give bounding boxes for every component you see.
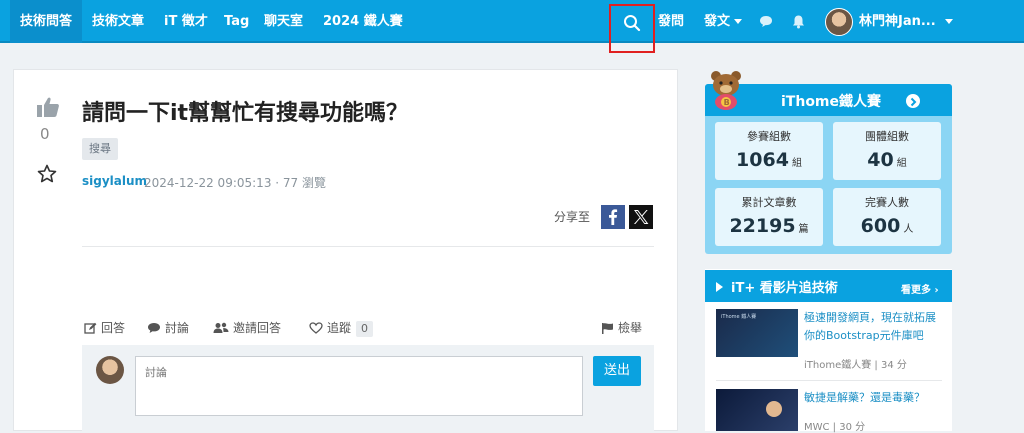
divider [716, 380, 942, 381]
follow-count-badge: 0 [356, 321, 374, 337]
stat-teams: 團體組數 40 組 [833, 122, 941, 180]
username: 林門神Jan... [859, 14, 936, 29]
ask-button[interactable]: 發問 [658, 0, 684, 43]
nav-item-articles[interactable]: 技術文章 [82, 0, 154, 43]
question-meta: 2024-12-22 09:05:13 · 77 瀏覽 [144, 176, 326, 190]
share-label: 分享至 [554, 210, 591, 224]
heart-icon [309, 322, 323, 334]
tag-search[interactable]: 搜尋 [82, 138, 118, 160]
follow-label: 追蹤 [327, 321, 352, 335]
facebook-icon [609, 209, 618, 225]
stat-unit: 人 [903, 224, 914, 235]
stat-unit: 篇 [798, 224, 809, 235]
report-button[interactable]: 檢舉 [601, 319, 642, 336]
stat-value: 1064 [736, 149, 789, 171]
chevron-down-icon [734, 19, 743, 24]
x-share-button[interactable] [629, 205, 653, 229]
stat-participants: 參賽組數 1064 組 [715, 122, 823, 180]
nav-item-jobs[interactable]: iT 徵才 [154, 0, 218, 43]
nav-item-chatroom[interactable]: 聊天室 [254, 0, 313, 43]
author-link[interactable]: sigylalum [82, 174, 147, 188]
see-more-link[interactable]: 看更多 › [901, 281, 939, 296]
star-icon[interactable] [37, 164, 57, 183]
chevron-down-icon [944, 19, 953, 24]
video-thumbnail[interactable] [716, 389, 798, 431]
ironman-title[interactable]: iThome鐵人賽 [781, 91, 881, 111]
comment-icon [148, 323, 160, 333]
report-label: 檢舉 [618, 321, 643, 335]
avatar [96, 356, 124, 384]
facebook-share-button[interactable] [601, 205, 625, 229]
invite-label: 邀請回答 [233, 321, 282, 335]
divider [82, 246, 654, 247]
x-icon [634, 210, 649, 224]
like-count: 0 [40, 125, 50, 143]
video-section-title: iT+ 看影片追技術 [731, 281, 838, 296]
discuss-button[interactable]: 討論 [147, 319, 189, 336]
invite-answer-button[interactable]: 邀請回答 [213, 319, 281, 336]
user-menu[interactable]: 林門神Jan... [859, 0, 953, 43]
stat-unit: 組 [791, 158, 802, 169]
video-meta: iThome鐵人賽 | 34 分 [804, 360, 907, 371]
play-icon [716, 282, 723, 292]
stat-label: 參賽組數 [747, 130, 791, 143]
chat-bubble-icon[interactable] [759, 15, 773, 28]
users-icon [213, 322, 229, 333]
comment-input[interactable] [135, 356, 583, 416]
stat-value: 22195 [729, 215, 796, 237]
stat-value: 600 [860, 215, 901, 237]
stat-finishers: 完賽人數 600 人 [833, 188, 941, 246]
send-button[interactable]: 送出 [593, 356, 641, 386]
user-avatar[interactable] [825, 8, 853, 36]
video-title-link[interactable]: 敏捷是解藥？還是毒藥？ [804, 389, 925, 407]
stat-label: 累計文章數 [741, 196, 797, 209]
stat-label: 團體組數 [865, 130, 909, 143]
stat-label: 完賽人數 [865, 196, 909, 209]
edit-icon [84, 322, 97, 334]
stat-value: 40 [867, 149, 894, 171]
thumbnail-caption: iThome 鐵人賽 [721, 314, 757, 320]
bell-icon[interactable] [792, 14, 805, 29]
nav-item-qa[interactable]: 技術問答 [10, 0, 83, 43]
discuss-label: 討論 [165, 321, 190, 335]
search-icon [624, 15, 641, 32]
follow-button[interactable]: 追蹤 0 [309, 319, 374, 337]
svg-text:B: B [724, 98, 730, 107]
nav-item-ironman[interactable]: 2024 鐵人賽 [313, 0, 413, 43]
video-title-link[interactable]: 極速開發網頁，現在就拓展你的Bootstrap元件庫吧 [804, 309, 940, 345]
answer-button[interactable]: 回答 [84, 319, 125, 336]
bear-mascot-icon: B [711, 71, 741, 110]
post-dropdown[interactable]: 發文 [704, 0, 743, 43]
video-thumbnail[interactable]: iThome 鐵人賽 [716, 309, 798, 357]
search-button[interactable] [609, 4, 655, 53]
flag-icon [602, 323, 613, 334]
stat-unit: 組 [896, 158, 907, 169]
stat-articles: 累計文章數 22195 篇 [715, 188, 823, 246]
chevron-right-icon[interactable] [906, 94, 920, 108]
answer-label: 回答 [101, 321, 126, 335]
question-title: 請問一下it幫幫忙有搜尋功能嗎？ [82, 101, 409, 126]
presenter-image [766, 401, 782, 417]
nav-item-tag[interactable]: Tag [214, 0, 259, 43]
thumbs-up-icon[interactable] [36, 96, 60, 118]
post-label: 發文 [704, 14, 731, 29]
